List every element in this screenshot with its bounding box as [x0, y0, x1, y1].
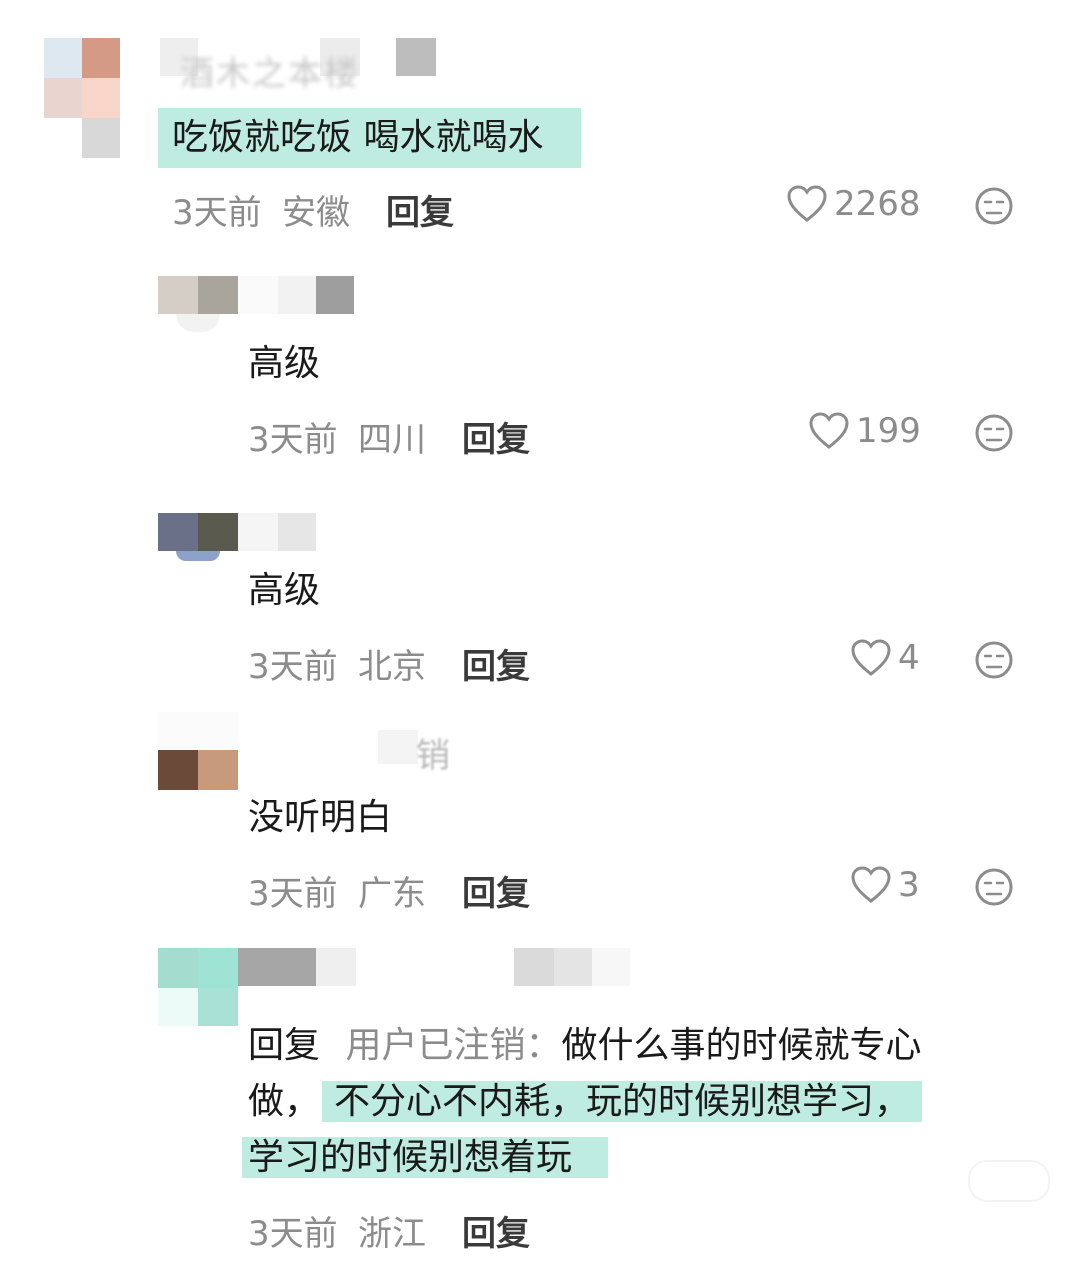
heart-outline-icon — [851, 639, 891, 676]
reply-line-1: 回复 用户已注销：做什么事的时候就专心 — [248, 1018, 922, 1074]
reply-target-user[interactable]: 用户已注销： — [345, 1025, 561, 1066]
avatar[interactable] — [158, 948, 238, 1028]
reply-text-highlight: 不分心不内耗，玩的时候别想学习， — [322, 1081, 923, 1122]
comment-location: 北京 — [358, 647, 426, 687]
reply-button[interactable]: 回复 — [386, 185, 454, 234]
heart-outline-icon — [851, 866, 891, 903]
neutral-face-icon[interactable] — [974, 186, 1014, 226]
like-count: 4 — [898, 638, 920, 678]
neutral-face-icon[interactable] — [974, 413, 1014, 453]
avatar[interactable] — [44, 38, 120, 158]
username-text: 酒木之本楼 — [180, 54, 360, 94]
comment-text: 高级 — [248, 570, 321, 611]
comment-location: 安徽 — [282, 193, 350, 233]
username-text: 销 — [416, 736, 452, 776]
comment-text-highlight: 吃饭就吃饭 喝水就喝水 — [158, 108, 619, 168]
like-button[interactable]: 199 — [808, 411, 921, 451]
comment-location: 浙江 — [358, 1214, 426, 1254]
like-button[interactable]: 2268 — [786, 184, 921, 224]
comment-time: 3天前 — [248, 1214, 338, 1254]
comment-text: 吃饭就吃饭 喝水就喝水 — [158, 108, 582, 168]
reply-prefix: 回复 — [248, 1025, 321, 1066]
like-button[interactable]: 4 — [850, 638, 920, 678]
like-count: 2268 — [834, 184, 921, 224]
reply-button[interactable]: 回复 — [462, 412, 530, 461]
comment-time: 3天前 — [248, 647, 338, 687]
like-count: 3 — [898, 865, 920, 905]
reply-text-highlight-2: 学习的时候别想着玩 — [242, 1137, 609, 1178]
comment-text: 没听明白 — [248, 797, 393, 838]
reply-button[interactable]: 回复 — [462, 639, 530, 688]
heart-outline-icon — [787, 185, 827, 222]
reply-line-2: 做， 不分心不内耗，玩的时候别想学习， — [248, 1074, 923, 1130]
reply-line-3: 学习的时候别想着玩 — [242, 1130, 609, 1186]
neutral-face-icon[interactable] — [974, 867, 1014, 907]
username-blurred[interactable] — [238, 948, 638, 988]
comment-time: 3天前 — [172, 193, 262, 233]
heart-outline-icon — [809, 412, 849, 449]
reply-button[interactable]: 回复 — [462, 1206, 530, 1255]
reply-text-line-1: 做什么事的时候就专心 — [561, 1025, 922, 1066]
comment-text: 高级 — [248, 343, 321, 384]
comment-time: 3天前 — [248, 874, 338, 914]
comment-time: 3天前 — [248, 420, 338, 460]
username-blurred[interactable] — [238, 276, 358, 316]
comment-location: 广东 — [358, 874, 426, 914]
avatar[interactable] — [158, 712, 238, 792]
like-count: 199 — [856, 411, 921, 451]
neutral-face-icon[interactable] — [974, 640, 1014, 680]
avatar[interactable] — [158, 513, 238, 563]
avatar[interactable] — [158, 276, 238, 336]
username-blurred[interactable]: 酒木之本楼 — [160, 38, 440, 94]
comment-location: 四川 — [358, 420, 426, 460]
like-button[interactable]: 3 — [850, 865, 920, 905]
reply-button[interactable]: 回复 — [462, 866, 530, 915]
watermark — [968, 1160, 1050, 1240]
reply-text-plain: 做， — [248, 1081, 321, 1122]
username-blurred[interactable] — [238, 513, 318, 553]
username-blurred[interactable]: 销 — [238, 720, 478, 776]
